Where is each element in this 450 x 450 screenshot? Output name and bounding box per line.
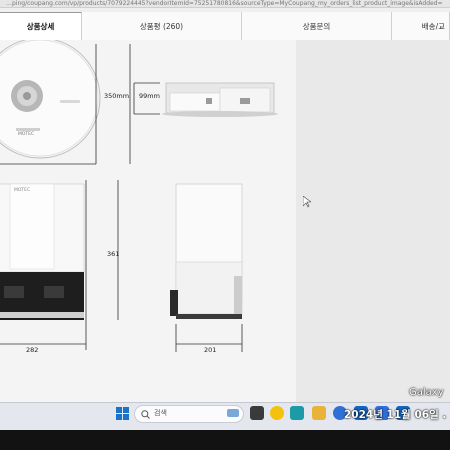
task-view-icon[interactable]: [250, 406, 264, 420]
product-detail-image: MOTEC 350mm 99mm MOTEC 361 282 201: [0, 37, 296, 402]
page-right-margin: [296, 40, 450, 402]
station-side-view: [170, 183, 243, 319]
dim-robot-height: 99mm: [139, 92, 160, 100]
dim-station-height: 361: [107, 250, 119, 258]
brand-text-front: MOTEC: [14, 187, 30, 193]
file-explorer-icon[interactable]: [312, 406, 326, 420]
tab-label: 배송/교: [421, 21, 445, 31]
chrome-icon[interactable]: [270, 406, 284, 420]
side-view: [162, 82, 278, 117]
tab-shipping[interactable]: 배송/교: [392, 12, 450, 40]
dim-diameter: 350mm: [104, 92, 129, 100]
tab-inquiry[interactable]: 상품문의: [242, 12, 392, 40]
robot-top-view: [0, 37, 101, 159]
edge-icon[interactable]: [290, 406, 304, 420]
tab-label: 상품문의: [302, 21, 331, 31]
station-front-view: [0, 183, 85, 320]
dim-front-width: 282: [26, 346, 38, 354]
camera-watermark-date: 2024년 11월 06일 .: [344, 409, 447, 421]
monitor-bezel: [0, 430, 450, 450]
address-url: …ping/coupang.com/vp/products/7079224445…: [6, 0, 443, 7]
dim-side-width: 201: [204, 346, 216, 354]
search-icon: [141, 410, 150, 419]
product-tabs: 상품상세 상품평 (260) 상품문의 배송/교: [0, 12, 450, 41]
monitor-screen: …ping/coupang.com/vp/products/7079224445…: [0, 0, 450, 430]
tab-product-detail[interactable]: 상품상세: [0, 12, 82, 40]
search-placeholder: 검색: [154, 409, 167, 417]
tab-reviews[interactable]: 상품평 (260): [82, 12, 242, 40]
dimension-drawing: MOTEC 350mm 99mm MOTEC 361 282 201: [0, 37, 278, 354]
windows-start-icon[interactable]: [116, 407, 130, 421]
tab-label: 상품평 (260): [139, 21, 184, 31]
tab-label: 상품상세: [26, 22, 55, 31]
mouse-cursor-icon: [303, 196, 311, 208]
address-bar[interactable]: …ping/coupang.com/vp/products/7079224445…: [0, 0, 450, 8]
widgets-icon[interactable]: [226, 406, 240, 420]
brand-text-top: MOTEC: [18, 131, 34, 137]
camera-watermark-device: Galaxy: [409, 387, 444, 398]
